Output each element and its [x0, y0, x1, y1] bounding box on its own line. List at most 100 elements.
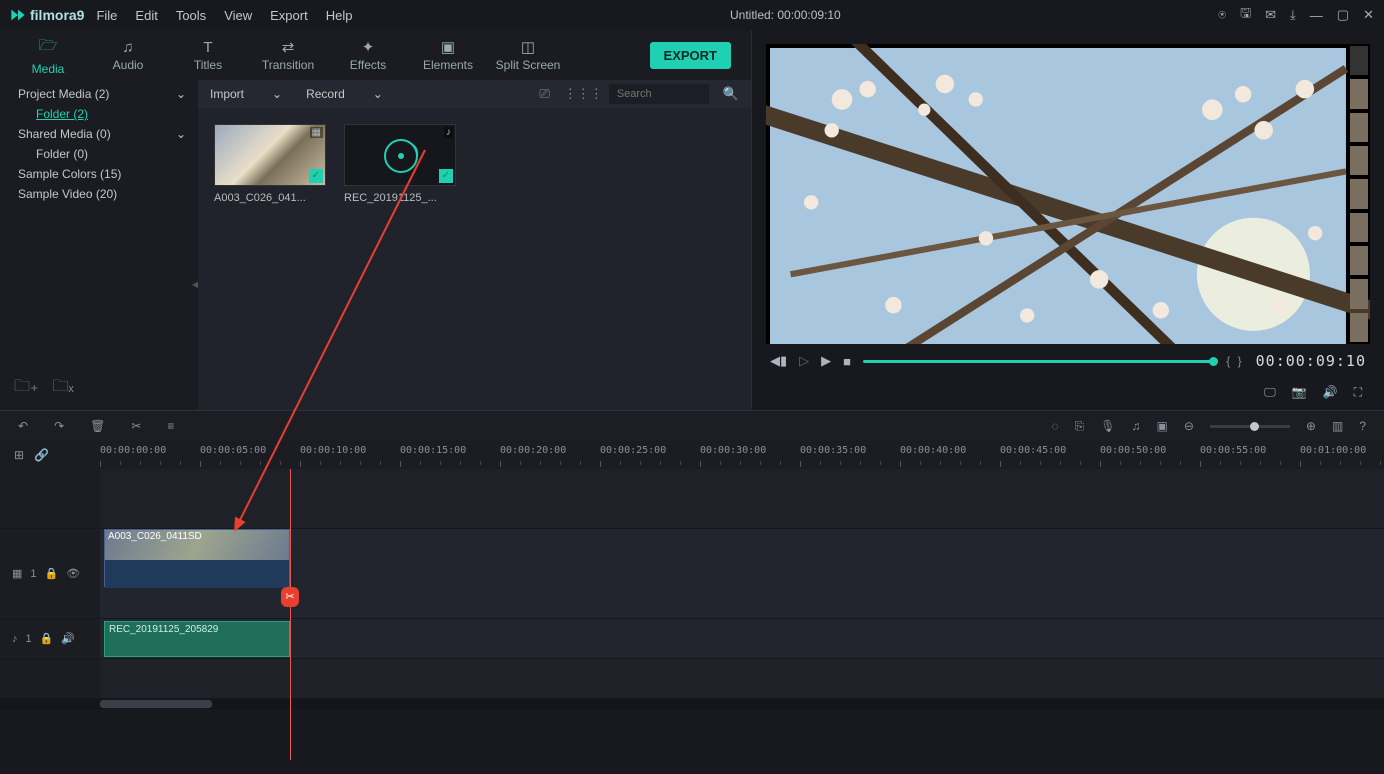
search-icon[interactable]: 🔍 — [723, 86, 739, 102]
sidebar-shared-folder[interactable]: Folder (0) — [0, 144, 198, 164]
menu-view[interactable]: View — [224, 8, 252, 23]
video-clip[interactable]: A003_C026_0411SD — [104, 529, 290, 587]
new-folder-icon[interactable]: 🗀₊ — [14, 375, 38, 402]
download-icon[interactable]: ⤓ — [1290, 7, 1296, 23]
thumb-label: A003_C026_041... — [214, 192, 326, 204]
save-icon[interactable]: 🖫 — [1240, 4, 1251, 26]
zoom-out-icon[interactable]: ⊖ — [1184, 419, 1194, 433]
ruler-tick: 00:00:25:00 — [600, 445, 666, 456]
marker-icon[interactable]: ⎘ — [1075, 419, 1085, 434]
maximize-icon[interactable]: ▢ — [1337, 7, 1349, 23]
ruler-tick: 00:00:55:00 — [1200, 445, 1266, 456]
close-icon[interactable]: ✕ — [1363, 7, 1374, 23]
filmstrip-icon: ▦ — [310, 127, 323, 138]
scissors-icon[interactable]: ✂ — [281, 587, 299, 607]
music-icon: ♫ — [88, 39, 168, 56]
media-thumb-video[interactable]: ▦ ✓ A003_C026_041... — [214, 124, 326, 204]
volume-icon[interactable]: 🔊 — [1323, 385, 1338, 399]
minimize-icon[interactable]: — — [1310, 8, 1323, 23]
audio-mixer-icon[interactable]: ♫ — [1132, 419, 1141, 433]
track-index: 1 — [26, 633, 32, 645]
elements-icon: ▣ — [408, 38, 488, 56]
preview-scrubber[interactable] — [863, 360, 1214, 363]
chevron-down-icon: ⌄ — [176, 127, 186, 141]
cut-icon[interactable]: ✂ — [131, 419, 141, 433]
message-icon[interactable]: ✉ — [1265, 7, 1276, 23]
stop-icon[interactable]: ■ — [843, 354, 851, 369]
timeline-ruler[interactable]: 00:00:00:0000:00:05:0000:00:10:0000:00:1… — [100, 441, 1384, 469]
render-icon[interactable]: ◌ — [1052, 419, 1059, 433]
sidebar-folder-active[interactable]: Folder (2) — [0, 104, 198, 124]
menu-help[interactable]: Help — [326, 8, 353, 23]
playhead[interactable]: ✂ — [290, 469, 291, 760]
tab-elements[interactable]: ▣Elements — [408, 38, 488, 72]
split-icon: ◫ — [488, 38, 568, 56]
music-icon: ♪ — [444, 127, 453, 138]
add-track-icon[interactable]: ⊞ — [14, 448, 24, 462]
text-icon: T — [168, 39, 248, 56]
record-dropdown[interactable]: Record⌄ — [306, 87, 383, 101]
tab-split-screen[interactable]: ◫Split Screen — [488, 38, 568, 72]
search-input[interactable] — [609, 84, 709, 104]
link-icon[interactable]: 🔗 — [34, 448, 49, 462]
crop-icon[interactable]: ▣ — [1157, 419, 1168, 433]
sidebar-shared-media[interactable]: Shared Media (0)⌄ — [0, 124, 198, 144]
sidebar-sample-video[interactable]: Sample Video (20) — [0, 184, 198, 204]
filter-icon[interactable]: ⎚ — [539, 86, 549, 102]
menu-file[interactable]: File — [96, 8, 117, 23]
delete-folder-icon[interactable]: 🗀ₓ — [52, 375, 73, 402]
audio-lane[interactable]: REC_20191125_205829 — [100, 619, 1384, 658]
zoom-in-icon[interactable]: ⊕ — [1306, 419, 1316, 433]
ruler-tick: 00:00:45:00 — [1000, 445, 1066, 456]
audio-clip[interactable]: REC_20191125_205829 — [104, 621, 290, 657]
preview-thumbstrip[interactable] — [1350, 46, 1368, 342]
sparkle-icon: ✦ — [328, 38, 408, 56]
main-menu: File Edit Tools View Export Help — [96, 8, 352, 23]
sidebar-project-media[interactable]: Project Media (2)⌄ — [0, 84, 198, 104]
grid-view-icon[interactable]: ⋮⋮⋮ — [564, 86, 603, 102]
play-backward-icon[interactable]: ▷ — [799, 353, 809, 369]
help-icon[interactable]: ? — [1359, 419, 1366, 433]
eye-icon[interactable]: 👁 — [66, 567, 80, 580]
tab-media[interactable]: 🗁Media — [8, 35, 88, 76]
collapse-sidebar-icon[interactable]: ◀ — [192, 280, 198, 289]
lock-icon[interactable]: 🔒 — [40, 632, 54, 645]
account-icon[interactable]: ⍟ — [1218, 7, 1226, 23]
adjust-icon[interactable]: ≡ — [167, 419, 174, 433]
quality-icon[interactable]: 🖵 — [1264, 385, 1276, 400]
voiceover-icon[interactable]: 🎙 — [1100, 419, 1115, 433]
marker-braces[interactable]: { } — [1226, 354, 1243, 368]
undo-icon[interactable]: ↶ — [18, 419, 28, 433]
track-manage-icon[interactable]: ▥ — [1332, 419, 1343, 433]
delete-icon[interactable]: 🗑 — [90, 419, 105, 433]
play-icon[interactable]: ▶ — [821, 353, 831, 369]
export-button[interactable]: EXPORT — [650, 42, 731, 69]
lock-icon[interactable]: 🔒 — [45, 567, 59, 580]
empty-track — [0, 659, 1384, 699]
menu-tools[interactable]: Tools — [176, 8, 206, 23]
menu-edit[interactable]: Edit — [135, 8, 157, 23]
tab-titles[interactable]: TTitles — [168, 39, 248, 72]
timeline-scrollbar[interactable] — [0, 699, 1384, 709]
tab-effects[interactable]: ✦Effects — [328, 38, 408, 72]
preview-timecode: 00:00:09:10 — [1256, 352, 1366, 370]
media-thumb-audio[interactable]: ♪ ✓ REC_20191125_... — [344, 124, 456, 204]
snapshot-icon[interactable]: 📷 — [1292, 385, 1307, 399]
document-title: Untitled: 00:00:09:10 — [352, 8, 1218, 22]
speaker-icon[interactable]: 🔊 — [61, 632, 75, 645]
overlay-lane[interactable] — [100, 469, 1384, 528]
tab-transition[interactable]: ⇄Transition — [248, 38, 328, 72]
prev-frame-icon[interactable]: ◀▮ — [770, 353, 787, 369]
redo-icon[interactable]: ↷ — [54, 419, 64, 433]
ruler-tick: 00:00:30:00 — [700, 445, 766, 456]
fullscreen-icon[interactable]: ⛶ — [1354, 385, 1362, 400]
tab-audio[interactable]: ♫Audio — [88, 39, 168, 72]
sidebar-sample-colors[interactable]: Sample Colors (15) — [0, 164, 198, 184]
media-sidebar: Project Media (2)⌄ Folder (2) Shared Med… — [0, 80, 198, 410]
import-dropdown[interactable]: Import⌄ — [210, 87, 282, 101]
chevron-down-icon: ⌄ — [272, 87, 282, 101]
zoom-slider[interactable] — [1210, 425, 1290, 428]
menu-export[interactable]: Export — [270, 8, 308, 23]
preview-viewer[interactable] — [766, 44, 1370, 344]
app-logo: filmora9 — [10, 7, 84, 23]
